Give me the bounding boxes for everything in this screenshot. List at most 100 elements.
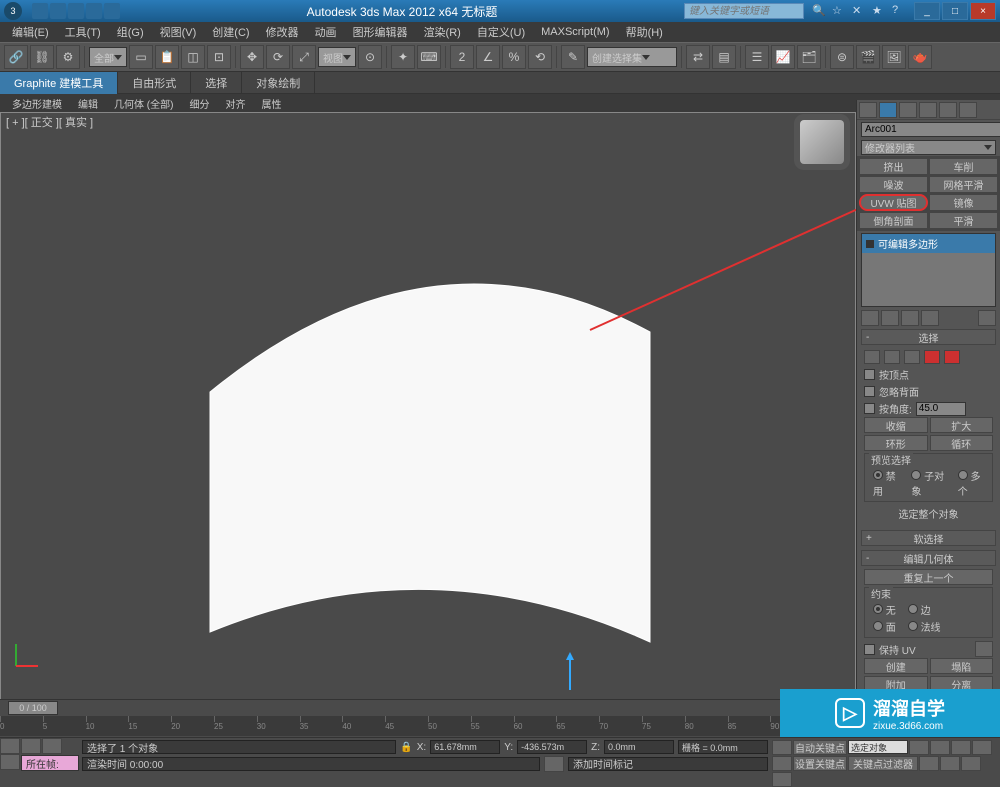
angle-spinner[interactable]	[916, 402, 966, 416]
ref-coord-dropdown[interactable]: 视图	[318, 47, 356, 67]
mod-smooth-button[interactable]: 平滑	[929, 212, 998, 229]
goto-end-icon[interactable]	[772, 756, 792, 771]
soft-selection-header[interactable]: +软选择	[861, 530, 996, 546]
mod-lathe-button[interactable]: 车削	[929, 158, 998, 175]
make-unique-icon[interactable]	[901, 310, 919, 326]
listener-icon[interactable]	[21, 738, 41, 754]
qat-open-icon[interactable]	[50, 3, 66, 19]
favorite-icon[interactable]: ★	[872, 4, 886, 18]
loop-button[interactable]: 循环	[930, 435, 994, 451]
app-logo[interactable]: 3	[4, 2, 22, 20]
maxscript-mini-icon[interactable]	[0, 738, 20, 754]
curve-editor-icon[interactable]: 📈	[771, 45, 795, 69]
ignore-backfacing-checkbox[interactable]	[864, 386, 875, 397]
manipulate-icon[interactable]: ✦	[391, 45, 415, 69]
ring-button[interactable]: 环形	[864, 435, 928, 451]
z-coord-field[interactable]: 0.0mm	[604, 740, 674, 754]
menu-graph-editors[interactable]: 图形编辑器	[345, 22, 416, 42]
qat-new-icon[interactable]	[32, 3, 48, 19]
render-setup-icon[interactable]: 🎬	[856, 45, 880, 69]
set-key-icon[interactable]	[772, 740, 792, 755]
remove-modifier-icon[interactable]	[921, 310, 939, 326]
viewcube[interactable]	[800, 120, 844, 164]
shrink-button[interactable]: 收缩	[864, 417, 928, 433]
select-name-icon[interactable]: 📋	[155, 45, 179, 69]
element-subobj-icon[interactable]	[944, 350, 960, 364]
menu-group[interactable]: 组(G)	[109, 22, 152, 42]
link-icon[interactable]: 🔗	[4, 45, 28, 69]
time-tag-icon[interactable]	[544, 756, 564, 772]
preserve-uv-settings-icon[interactable]	[975, 641, 993, 657]
subtab-subdiv[interactable]: 细分	[181, 95, 217, 112]
edit-geometry-header[interactable]: -编辑几何体	[861, 550, 996, 566]
pin-stack-icon[interactable]	[861, 310, 879, 326]
menu-views[interactable]: 视图(V)	[152, 22, 205, 42]
mirror-icon[interactable]: ⇄	[686, 45, 710, 69]
rotate-icon[interactable]: ⟳	[266, 45, 290, 69]
menu-maxscript[interactable]: MAXScript(M)	[533, 24, 617, 40]
selection-filter-dropdown[interactable]: 全部	[89, 47, 127, 67]
mod-chamfer-button[interactable]: 倒角剖面	[859, 212, 928, 229]
menu-help[interactable]: 帮助(H)	[618, 22, 671, 42]
mod-meshsmooth-button[interactable]: 网格平滑	[929, 176, 998, 193]
isolate-icon[interactable]	[0, 754, 20, 770]
ribbon-tab-freeform[interactable]: 自由形式	[118, 72, 191, 94]
viewport-label[interactable]: [ + ][ 正交 ][ 真实 ]	[6, 114, 93, 130]
named-selection-dropdown[interactable]: 创建选择集	[587, 47, 677, 67]
motion-tab-icon[interactable]	[919, 102, 937, 118]
create-button[interactable]: 创建	[864, 658, 928, 674]
subscription-icon[interactable]: ☆	[832, 4, 846, 18]
ribbon-tab-selection[interactable]: 选择	[191, 72, 242, 94]
nav-orbit-icon[interactable]	[961, 756, 981, 771]
timeline-ruler[interactable]: 0510152025303540455055606570758085909510…	[0, 716, 856, 736]
nav-pan-icon[interactable]	[919, 756, 939, 771]
unlink-icon[interactable]: ⛓	[30, 45, 54, 69]
snap-2d-icon[interactable]: 2	[450, 45, 474, 69]
subtab-poly-model[interactable]: 多边形建模	[4, 95, 70, 112]
grow-button[interactable]: 扩大	[930, 417, 994, 433]
add-time-tag[interactable]: 添加时间标记	[568, 757, 768, 771]
preview-subobj-radio[interactable]	[911, 470, 921, 480]
minimize-button[interactable]: _	[914, 2, 940, 20]
repeat-last-button[interactable]: 重复上一个	[864, 569, 993, 585]
maximize-button[interactable]: □	[942, 2, 968, 20]
prompt-icon[interactable]	[42, 738, 62, 754]
key-filters-button[interactable]: 关键点过滤器	[848, 756, 918, 771]
vertex-subobj-icon[interactable]	[864, 350, 880, 364]
stack-toggle-icon[interactable]	[866, 240, 874, 248]
hierarchy-tab-icon[interactable]	[899, 102, 917, 118]
constraint-normal-radio[interactable]	[908, 621, 918, 631]
key-filter-field[interactable]	[848, 740, 908, 754]
menu-animation[interactable]: 动画	[307, 22, 345, 42]
constraint-edge-radio[interactable]	[908, 604, 918, 614]
mod-mirror-button[interactable]: 镜像	[929, 194, 998, 211]
ribbon-tab-paint[interactable]: 对象绘制	[242, 72, 315, 94]
help-icon[interactable]: ?	[892, 4, 906, 18]
menu-create[interactable]: 创建(C)	[204, 22, 257, 42]
mod-noise-button[interactable]: 噪波	[859, 176, 928, 193]
move-icon[interactable]: ✥	[240, 45, 264, 69]
nav-zoom-icon[interactable]	[940, 756, 960, 771]
constraint-face-radio[interactable]	[873, 621, 883, 631]
play-icon[interactable]	[951, 740, 971, 755]
named-sel-edit-icon[interactable]: ✎	[561, 45, 585, 69]
preserve-uv-checkbox[interactable]	[864, 644, 875, 655]
by-vertex-checkbox[interactable]	[864, 369, 875, 380]
window-crossing-icon[interactable]: ⊡	[207, 45, 231, 69]
edge-subobj-icon[interactable]	[884, 350, 900, 364]
by-angle-checkbox[interactable]	[864, 403, 875, 414]
keyboard-shortcut-icon[interactable]: ⌨	[417, 45, 441, 69]
border-subobj-icon[interactable]	[904, 350, 920, 364]
collapse-button[interactable]: 塌陷	[930, 658, 994, 674]
ribbon-tab-modeling[interactable]: Graphite 建模工具	[0, 72, 118, 94]
modifier-list-dropdown[interactable]: 修改器列表	[861, 140, 996, 155]
qat-save-icon[interactable]	[68, 3, 84, 19]
menu-customize[interactable]: 自定义(U)	[469, 22, 533, 42]
preview-multi-radio[interactable]	[958, 470, 968, 480]
modifier-stack[interactable]: 可编辑多边形	[861, 233, 996, 307]
x-coord-field[interactable]: 61.678mm	[430, 740, 500, 754]
nav-max-icon[interactable]	[772, 772, 792, 787]
stack-item-editable-poly[interactable]: 可编辑多边形	[862, 234, 995, 253]
pivot-icon[interactable]: ⊙	[358, 45, 382, 69]
next-frame-icon[interactable]	[972, 740, 992, 755]
